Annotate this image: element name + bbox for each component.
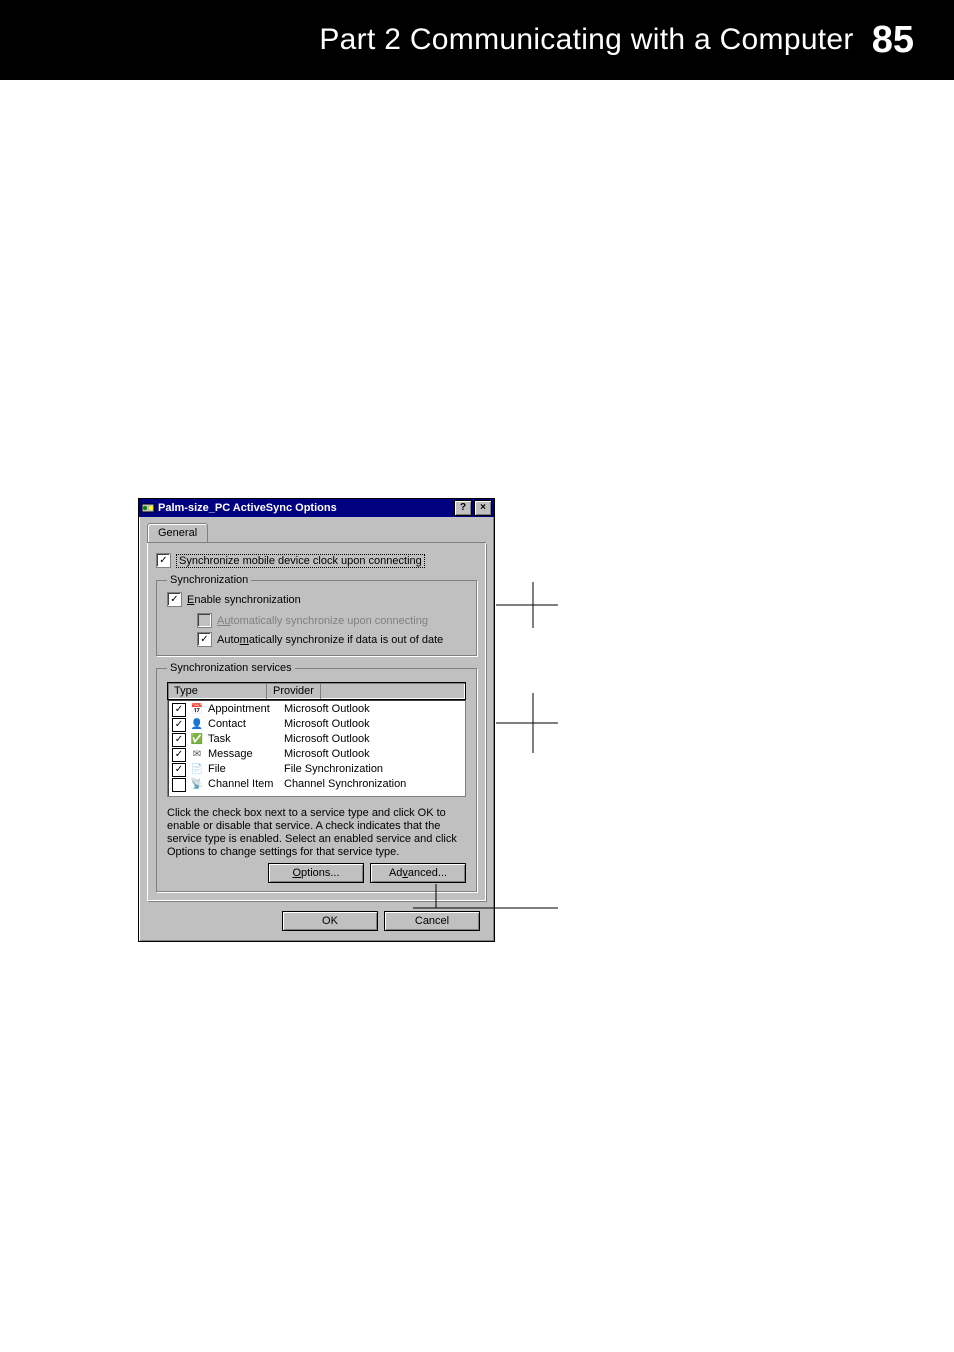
row-type: File xyxy=(208,762,280,777)
group-synchronization: Synchronization Enable synchronization A… xyxy=(156,574,477,656)
col-provider[interactable]: Provider xyxy=(267,683,321,699)
checkbox-label: Automatically synchronize upon connectin… xyxy=(217,615,428,627)
service-row[interactable]: ✅ Task Microsoft Outlook xyxy=(170,732,463,747)
row-provider: Microsoft Outlook xyxy=(284,747,370,762)
activesync-options-dialog: Palm-size_PC ActiveSync Options ? × Gene… xyxy=(138,498,495,942)
row-checkbox[interactable] xyxy=(172,703,186,717)
row-checkbox[interactable] xyxy=(172,778,186,792)
advanced-button[interactable]: Advanced... xyxy=(370,863,466,883)
row-type: Message xyxy=(208,747,280,762)
col-type[interactable]: Type xyxy=(168,683,267,699)
service-row[interactable]: 📡 Channel Item Channel Synchronization xyxy=(170,777,463,792)
ok-button[interactable]: OK xyxy=(282,911,378,931)
part-title: Part 2 Communicating with a Computer xyxy=(319,23,853,57)
checkbox-auto-sync-connect: Automatically synchronize upon connectin… xyxy=(197,613,466,628)
help-button[interactable]: ? xyxy=(454,500,472,516)
group-services: Synchronization services Type Provider 📅… xyxy=(156,662,477,892)
service-row[interactable]: 📄 File File Synchronization xyxy=(170,762,463,777)
channel-icon: 📡 xyxy=(190,777,204,792)
message-icon: ✉ xyxy=(190,747,204,762)
group-legend: Synchronization xyxy=(167,574,251,586)
contact-icon: 👤 xyxy=(190,717,204,732)
row-provider: Channel Synchronization xyxy=(284,777,406,792)
file-icon: 📄 xyxy=(190,762,204,777)
page-content: Palm-size_PC ActiveSync Options ? × Gene… xyxy=(0,498,954,942)
cancel-button[interactable]: Cancel xyxy=(384,911,480,931)
checkbox-sync-clock[interactable]: Synchronize mobile device clock upon con… xyxy=(156,553,477,568)
services-list[interactable]: 📅 Appointment Microsoft Outlook 👤 Contac… xyxy=(167,700,466,797)
row-provider: Microsoft Outlook xyxy=(284,702,370,717)
services-header: Type Provider xyxy=(167,682,466,700)
checkbox-icon xyxy=(197,613,212,628)
service-row[interactable]: 📅 Appointment Microsoft Outlook xyxy=(170,702,463,717)
checkbox-auto-sync-outofdate[interactable]: Automatically synchronize if data is out… xyxy=(197,632,466,647)
checkbox-label: Synchronize mobile device clock upon con… xyxy=(176,554,425,568)
page-number: 85 xyxy=(872,19,914,62)
group-legend: Synchronization services xyxy=(167,662,295,674)
tab-panel-general: Synchronize mobile device clock upon con… xyxy=(147,543,486,901)
services-hint: Click the check box next to a service ty… xyxy=(167,807,466,859)
row-provider: File Synchronization xyxy=(284,762,383,777)
dialog-title: Palm-size_PC ActiveSync Options xyxy=(158,502,337,514)
close-button[interactable]: × xyxy=(474,500,492,516)
page-root: Part 2 Communicating with a Computer 85 xyxy=(0,0,954,942)
page-header-bar: Part 2 Communicating with a Computer 85 xyxy=(0,0,954,80)
titlebar[interactable]: Palm-size_PC ActiveSync Options ? × xyxy=(139,499,494,517)
dialog-body: General Synchronize mobile device clock … xyxy=(139,517,494,941)
calendar-icon: 📅 xyxy=(190,702,204,717)
checkbox-enable-sync[interactable]: Enable synchronization xyxy=(167,592,466,607)
row-type: Appointment xyxy=(208,702,280,717)
checkbox-label: Enable synchronization xyxy=(187,594,301,606)
row-provider: Microsoft Outlook xyxy=(284,732,370,747)
row-checkbox[interactable] xyxy=(172,733,186,747)
service-row[interactable]: ✉ Message Microsoft Outlook xyxy=(170,747,463,762)
row-checkbox[interactable] xyxy=(172,763,186,777)
service-buttons: Options... Advanced... xyxy=(167,863,466,883)
row-checkbox[interactable] xyxy=(172,748,186,762)
figure-wrapper: Palm-size_PC ActiveSync Options ? × Gene… xyxy=(138,498,954,942)
checkbox-icon xyxy=(167,592,182,607)
tab-general[interactable]: General xyxy=(147,523,208,542)
dialog-buttons: OK Cancel xyxy=(147,911,480,931)
row-provider: Microsoft Outlook xyxy=(284,717,370,732)
checkbox-icon xyxy=(197,632,212,647)
checkbox-icon xyxy=(156,553,171,568)
row-type: Channel Item xyxy=(208,777,280,792)
row-type: Contact xyxy=(208,717,280,732)
tab-strip: General xyxy=(147,523,486,543)
task-icon: ✅ xyxy=(190,732,204,747)
service-row[interactable]: 👤 Contact Microsoft Outlook xyxy=(170,717,463,732)
checkbox-label: Automatically synchronize if data is out… xyxy=(217,634,443,646)
app-icon xyxy=(141,501,155,515)
row-checkbox[interactable] xyxy=(172,718,186,732)
options-button[interactable]: Options... xyxy=(268,863,364,883)
row-type: Task xyxy=(208,732,280,747)
